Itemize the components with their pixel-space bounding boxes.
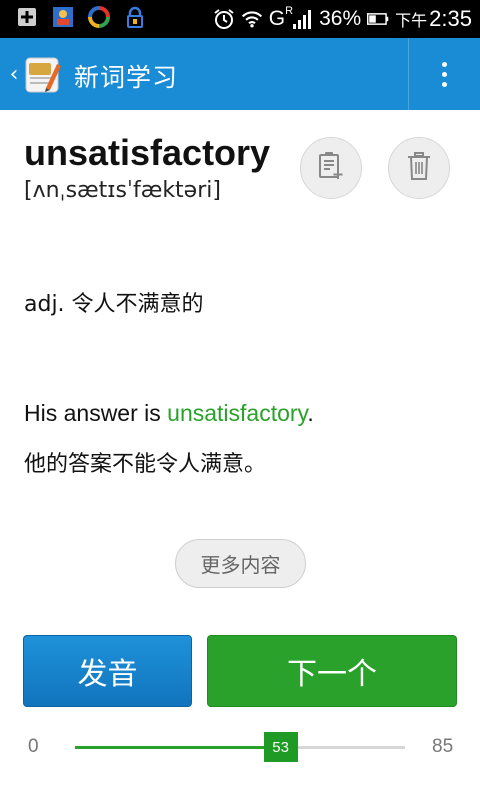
network-type-label: GR: [268, 5, 293, 31]
progress-fill: [75, 746, 281, 749]
delete-word-button[interactable]: [388, 137, 450, 199]
chevron-left-icon[interactable]: ‹: [6, 60, 22, 88]
clock-time: 2:35: [429, 6, 472, 31]
status-notification-icons: [16, 6, 146, 28]
action-bar: ‹ 新词学习: [0, 38, 480, 110]
battery-percent: 36%: [319, 7, 362, 30]
alarm-icon: [213, 8, 235, 30]
add-to-list-icon: [316, 151, 346, 185]
clock: 下午2:35: [395, 6, 472, 32]
battery-icon: [367, 8, 389, 30]
progress-max-label: 85: [432, 736, 454, 757]
overflow-menu-icon[interactable]: [409, 38, 480, 110]
next-word-button[interactable]: 下一个: [207, 635, 457, 707]
clock-period: 下午: [395, 13, 428, 30]
sync-icon: [88, 6, 110, 28]
signal-icon: [291, 8, 313, 30]
status-system-icons: GR 36% 下午2:35: [213, 0, 472, 38]
progress-min-label: 0: [28, 736, 39, 757]
example-sentence-zh: 他的答案不能令人满意。: [24, 452, 267, 477]
word-headword: unsatisfactory: [24, 132, 271, 173]
example-en-suffix: .: [307, 400, 314, 426]
progress-track[interactable]: [75, 746, 405, 749]
page-title: 新词学习: [74, 63, 179, 92]
app-logo-icon[interactable]: [24, 54, 62, 94]
more-content-button[interactable]: 更多内容: [175, 539, 306, 588]
example-sentence-en: His answer is unsatisfactory.: [24, 400, 314, 427]
gallery-icon: [52, 6, 74, 28]
roaming-indicator: R: [285, 5, 294, 17]
word-phonetic: [ʌnˌsætɪsˈfæktəri]: [24, 178, 221, 203]
trash-icon: [405, 151, 433, 185]
wifi-icon: [241, 8, 263, 30]
pronounce-button[interactable]: 发音: [23, 635, 192, 707]
image-icon: [16, 6, 38, 28]
progress-thumb[interactable]: 53: [263, 732, 298, 762]
example-en-highlight: unsatisfactory: [167, 400, 308, 426]
word-definition: adj. 令人不满意的: [24, 292, 204, 317]
status-bar: GR 36% 下午2:35: [0, 0, 480, 38]
lock-icon: [124, 6, 146, 28]
example-en-prefix: His answer is: [24, 400, 168, 426]
add-to-list-button[interactable]: [300, 137, 362, 199]
network-type: G: [268, 7, 286, 30]
